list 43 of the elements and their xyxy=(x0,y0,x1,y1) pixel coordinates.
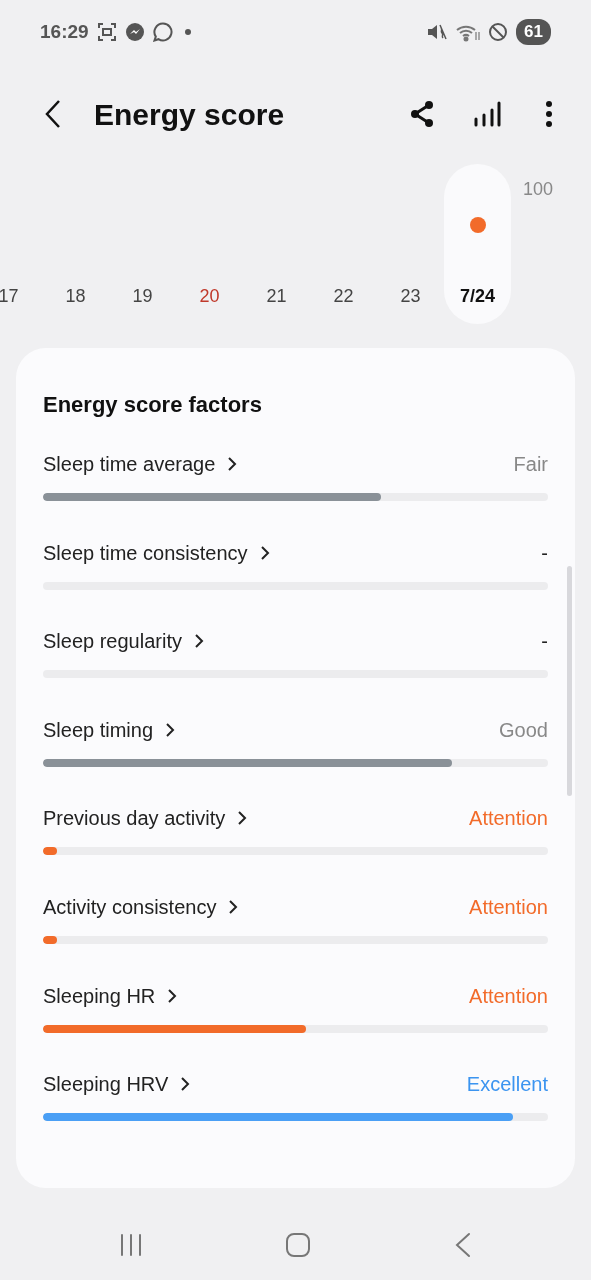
page-title: Energy score xyxy=(94,96,285,133)
clock-time: 16:29 xyxy=(40,19,89,44)
messenger-icon xyxy=(124,22,145,42)
chevron-icon xyxy=(193,633,204,650)
mute-icon xyxy=(426,22,449,42)
factor-link[interactable]: Sleep timing xyxy=(43,714,176,745)
factor-link[interactable]: Activity consistency xyxy=(43,891,239,922)
factor-link[interactable]: Sleeping HRV xyxy=(43,1069,191,1100)
factor-link[interactable]: Sleep time consistency xyxy=(43,537,270,568)
more-options-icon xyxy=(545,100,553,128)
factor-status: Attention xyxy=(469,983,548,1009)
factor-status: Attention xyxy=(469,894,548,920)
do-not-disturb-icon xyxy=(488,22,509,42)
day-label[interactable]: 21 xyxy=(266,283,287,310)
chevron-icon xyxy=(259,544,270,561)
day-label[interactable]: 7/24 xyxy=(459,283,495,310)
day-label[interactable]: 23 xyxy=(400,283,421,310)
chevron-icon xyxy=(180,1076,191,1093)
factor-link[interactable]: Sleeping HR xyxy=(43,980,178,1011)
day-label[interactable]: 17 xyxy=(0,283,19,310)
screenshot-icon xyxy=(96,22,117,42)
card-title: Energy score factors xyxy=(43,391,263,419)
day-label[interactable]: 22 xyxy=(333,283,354,310)
factor-status: - xyxy=(541,540,548,566)
factor-status: Fair xyxy=(513,452,548,477)
factor-status: Excellent xyxy=(466,1072,548,1098)
chevron-icon xyxy=(165,721,176,738)
day-label[interactable]: 19 xyxy=(132,283,153,310)
chevron-icon xyxy=(237,810,248,827)
whatsapp-icon xyxy=(152,22,173,42)
factor-link[interactable]: Previous day activity xyxy=(43,803,248,834)
axis-label: 100 xyxy=(523,178,554,201)
chevron-icon xyxy=(167,987,178,1004)
factor-status: Good xyxy=(499,717,548,743)
factor-link[interactable]: Sleep time average xyxy=(43,449,238,479)
factor-status: - xyxy=(541,629,548,655)
chevron-icon xyxy=(227,456,238,472)
day-label[interactable]: 20 xyxy=(199,283,220,310)
chevron-icon xyxy=(228,898,239,915)
factor-status: Attention xyxy=(469,806,548,832)
day-label[interactable]: 18 xyxy=(65,283,86,310)
battery-level: 61 xyxy=(516,19,551,45)
factor-link[interactable]: Sleep regularity xyxy=(43,626,204,657)
